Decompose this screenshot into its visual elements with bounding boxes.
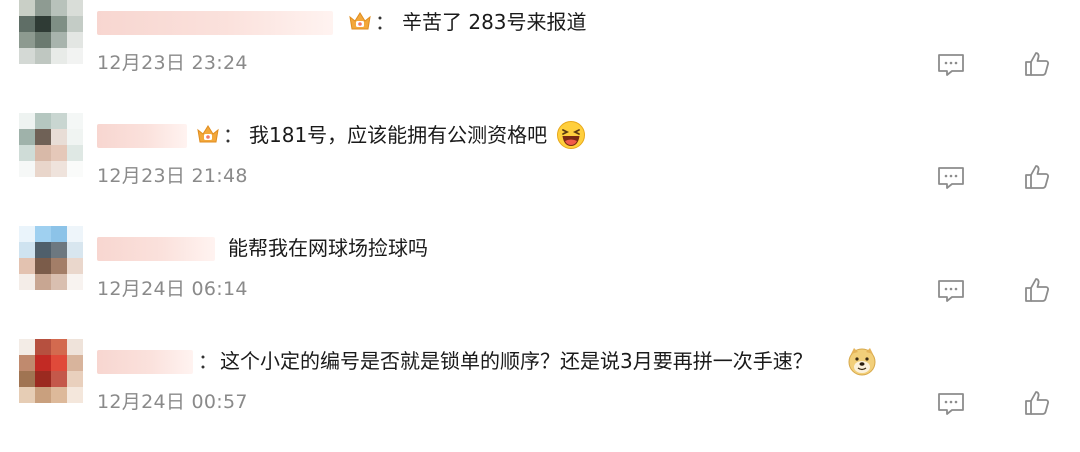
avatar-mosaic-block bbox=[19, 0, 35, 16]
avatar-mosaic-block bbox=[19, 339, 35, 355]
thumbs-up-icon[interactable] bbox=[1023, 163, 1051, 191]
avatar-mosaic-block bbox=[51, 161, 67, 177]
avatar-mosaic-block bbox=[67, 48, 83, 64]
avatar-mosaic-block bbox=[51, 48, 67, 64]
separator-colon: ： bbox=[198, 349, 218, 373]
doge-emoji-icon bbox=[848, 348, 876, 376]
avatar-mosaic-block bbox=[51, 129, 67, 145]
avatar-mosaic-block bbox=[67, 339, 83, 355]
avatar[interactable] bbox=[19, 113, 83, 177]
avatar-mosaic-block bbox=[67, 145, 83, 161]
avatar-mosaic-block bbox=[35, 226, 51, 242]
avatar-mosaic-block bbox=[19, 48, 35, 64]
avatar-mosaic-block bbox=[35, 258, 51, 274]
reply-icon[interactable] bbox=[936, 52, 966, 78]
reply-icon[interactable] bbox=[936, 165, 966, 191]
avatar-mosaic-block bbox=[35, 0, 51, 16]
avatar-mosaic-block bbox=[35, 32, 51, 48]
comment-text: 这个小定的编号是否就是锁单的顺序？还是说3月要再拼一次手速？ bbox=[220, 349, 813, 373]
avatar-mosaic-block bbox=[67, 387, 83, 403]
username-redacted[interactable] bbox=[97, 124, 187, 148]
avatar-mosaic-block bbox=[51, 145, 67, 161]
avatar-mosaic-block bbox=[51, 371, 67, 387]
separator-colon: ： bbox=[375, 10, 395, 34]
avatar-mosaic-block bbox=[35, 371, 51, 387]
avatar-mosaic-block bbox=[51, 242, 67, 258]
avatar-mosaic-block bbox=[67, 129, 83, 145]
username-redacted[interactable] bbox=[97, 350, 193, 374]
avatar-mosaic-block bbox=[67, 274, 83, 290]
avatar-mosaic-block bbox=[19, 226, 35, 242]
avatar-mosaic-block bbox=[67, 258, 83, 274]
avatar-mosaic-block bbox=[67, 355, 83, 371]
crown-badge-icon bbox=[349, 12, 371, 30]
comment-item: ： 这个小定的编号是否就是锁单的顺序？还是说3月要再拼一次手速？ 12月24日 … bbox=[0, 339, 1080, 452]
avatar-mosaic-block bbox=[19, 371, 35, 387]
avatar[interactable] bbox=[19, 0, 83, 64]
avatar-mosaic-block bbox=[51, 113, 67, 129]
avatar-mosaic-block bbox=[19, 16, 35, 32]
avatar-mosaic-block bbox=[19, 387, 35, 403]
reply-icon[interactable] bbox=[936, 278, 966, 304]
avatar-mosaic-block bbox=[67, 0, 83, 16]
avatar-mosaic-block bbox=[35, 129, 51, 145]
reply-icon[interactable] bbox=[936, 391, 966, 417]
avatar-mosaic-block bbox=[19, 355, 35, 371]
avatar-mosaic-block bbox=[35, 274, 51, 290]
avatar-mosaic-block bbox=[67, 16, 83, 32]
avatar-mosaic-block bbox=[51, 274, 67, 290]
comment-time: 12月24日 00:57 bbox=[97, 391, 248, 413]
avatar-mosaic-block bbox=[19, 242, 35, 258]
avatar-mosaic-block bbox=[67, 32, 83, 48]
avatar-mosaic-block bbox=[67, 371, 83, 387]
avatar-mosaic-block bbox=[35, 387, 51, 403]
avatar-mosaic-block bbox=[19, 113, 35, 129]
avatar-mosaic-block bbox=[35, 113, 51, 129]
comment-text: 辛苦了 283号来报道 bbox=[402, 10, 587, 34]
avatar[interactable] bbox=[19, 339, 83, 403]
avatar-mosaic-block bbox=[51, 387, 67, 403]
comment-item: ： 辛苦了 283号来报道 12月23日 23:24 bbox=[0, 0, 1080, 113]
username-redacted[interactable] bbox=[97, 11, 333, 35]
avatar-mosaic-block bbox=[51, 339, 67, 355]
avatar-mosaic-block bbox=[51, 258, 67, 274]
avatar-mosaic-block bbox=[35, 16, 51, 32]
avatar-mosaic-block bbox=[67, 242, 83, 258]
username-redacted[interactable] bbox=[97, 237, 215, 261]
laugh-emoji-icon bbox=[557, 121, 585, 149]
avatar-mosaic-block bbox=[35, 339, 51, 355]
avatar-mosaic-block bbox=[51, 355, 67, 371]
avatar-mosaic-block bbox=[51, 16, 67, 32]
avatar-mosaic-block bbox=[19, 258, 35, 274]
avatar-mosaic-block bbox=[35, 242, 51, 258]
comment-item: ： 我181号，应该能拥有公测资格吧 12月23日 21:48 bbox=[0, 113, 1080, 226]
avatar-mosaic-block bbox=[67, 161, 83, 177]
comment-time: 12月24日 06:14 bbox=[97, 278, 248, 300]
thumbs-up-icon[interactable] bbox=[1023, 276, 1051, 304]
avatar-mosaic-block bbox=[51, 32, 67, 48]
avatar-mosaic-block bbox=[35, 48, 51, 64]
avatar-mosaic-block bbox=[35, 355, 51, 371]
avatar-mosaic-block bbox=[67, 113, 83, 129]
crown-badge-icon bbox=[197, 125, 219, 143]
avatar[interactable] bbox=[19, 226, 83, 290]
thumbs-up-icon[interactable] bbox=[1023, 389, 1051, 417]
comment-time: 12月23日 21:48 bbox=[97, 165, 248, 187]
avatar-mosaic-block bbox=[19, 145, 35, 161]
comment-time: 12月23日 23:24 bbox=[97, 52, 248, 74]
separator-colon: ： bbox=[223, 123, 243, 147]
avatar-mosaic-block bbox=[35, 161, 51, 177]
thumbs-up-icon[interactable] bbox=[1023, 50, 1051, 78]
avatar-mosaic-block bbox=[35, 145, 51, 161]
avatar-mosaic-block bbox=[51, 0, 67, 16]
avatar-mosaic-block bbox=[19, 32, 35, 48]
avatar-mosaic-block bbox=[19, 161, 35, 177]
avatar-mosaic-block bbox=[51, 226, 67, 242]
comment-text: 能帮我在网球场捡球吗 bbox=[228, 236, 428, 260]
avatar-mosaic-block bbox=[67, 226, 83, 242]
avatar-mosaic-block bbox=[19, 129, 35, 145]
comment-text: 我181号，应该能拥有公测资格吧 bbox=[249, 123, 548, 147]
avatar-mosaic-block bbox=[19, 274, 35, 290]
comment-item: 能帮我在网球场捡球吗 12月24日 06:14 bbox=[0, 226, 1080, 339]
